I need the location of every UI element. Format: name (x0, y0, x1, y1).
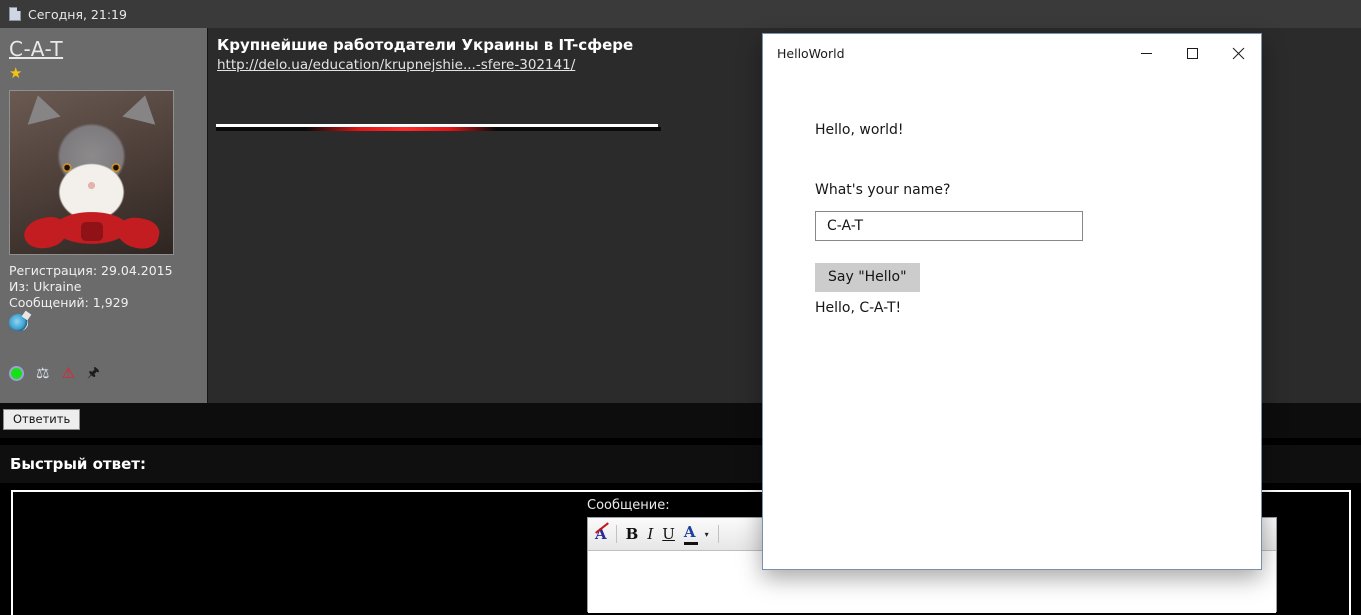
username-link[interactable]: C-A-T (9, 37, 63, 61)
status-icons-row: ⚖ ⚠ 🖈 (9, 366, 100, 381)
warning-icon[interactable]: ⚠ (61, 366, 74, 381)
contact-icons (9, 314, 207, 334)
dialog-content: Hello, world! What's your name? Say "Hel… (763, 72, 1261, 316)
star-icon: ★ (9, 64, 23, 82)
user-stats: Регистрация: 29.04.2015 Из: Ukraine Сооб… (0, 263, 207, 311)
close-button[interactable] (1215, 37, 1261, 69)
avatar-bowtie-right (114, 213, 162, 253)
icq-icon[interactable] (9, 314, 28, 331)
post-divider-accent (306, 127, 496, 131)
avatar-ear-left (21, 91, 61, 125)
font-color-icon[interactable]: A (683, 523, 698, 545)
dialog-titlebar[interactable]: HelloWorld (763, 34, 1261, 72)
page-icon (9, 7, 21, 21)
italic-icon[interactable]: I (647, 525, 653, 543)
toolbar-separator (717, 525, 719, 543)
avatar-bowtie-knot (80, 222, 103, 241)
post-meta-bar: Сегодня, 21:19 (0, 0, 1361, 28)
hello-world-dialog: HelloWorld Hello, world! What's your nam… (762, 33, 1262, 570)
name-question-label: What's your name? (815, 182, 951, 198)
online-status-icon (9, 366, 24, 381)
toolbar-separator (615, 525, 617, 543)
name-input[interactable] (815, 211, 1083, 241)
post-timestamp: Сегодня, 21:19 (28, 6, 127, 22)
hello-world-text: Hello, world! (815, 122, 904, 138)
user-post-count: Сообщений: 1,929 (9, 295, 129, 310)
avatar[interactable] (9, 90, 174, 255)
greeting-output: Hello, C-A-T! (815, 300, 902, 316)
bold-icon[interactable]: B (626, 525, 639, 543)
maximize-button[interactable] (1169, 37, 1215, 69)
scales-icon[interactable]: ⚖ (36, 366, 49, 381)
user-badges: ★ (9, 66, 207, 82)
remove-format-icon[interactable]: A (595, 525, 607, 543)
minimize-button[interactable] (1123, 37, 1169, 69)
underline-icon[interactable]: U (662, 525, 675, 543)
quick-reply-title: Быстрый ответ: (10, 455, 146, 473)
paperclip-icon[interactable]: 🖈 (87, 366, 100, 381)
chevron-down-icon[interactable]: ▾ (705, 530, 709, 539)
reply-button[interactable]: Ответить (3, 409, 81, 430)
post-user-panel: C-A-T ★ Регистрация: 29.04.2015 Из: Ukra… (0, 28, 207, 403)
avatar-ear-right (122, 91, 162, 125)
dialog-title: HelloWorld (777, 45, 845, 61)
say-hello-button[interactable]: Say "Hello" (815, 263, 920, 292)
user-registration: Регистрация: 29.04.2015 (9, 263, 173, 278)
avatar-bowtie-left (21, 213, 69, 253)
post-link[interactable]: http://delo.ua/education/krupnejshie...-… (217, 57, 575, 73)
user-location: Из: Ukraine (9, 279, 82, 294)
